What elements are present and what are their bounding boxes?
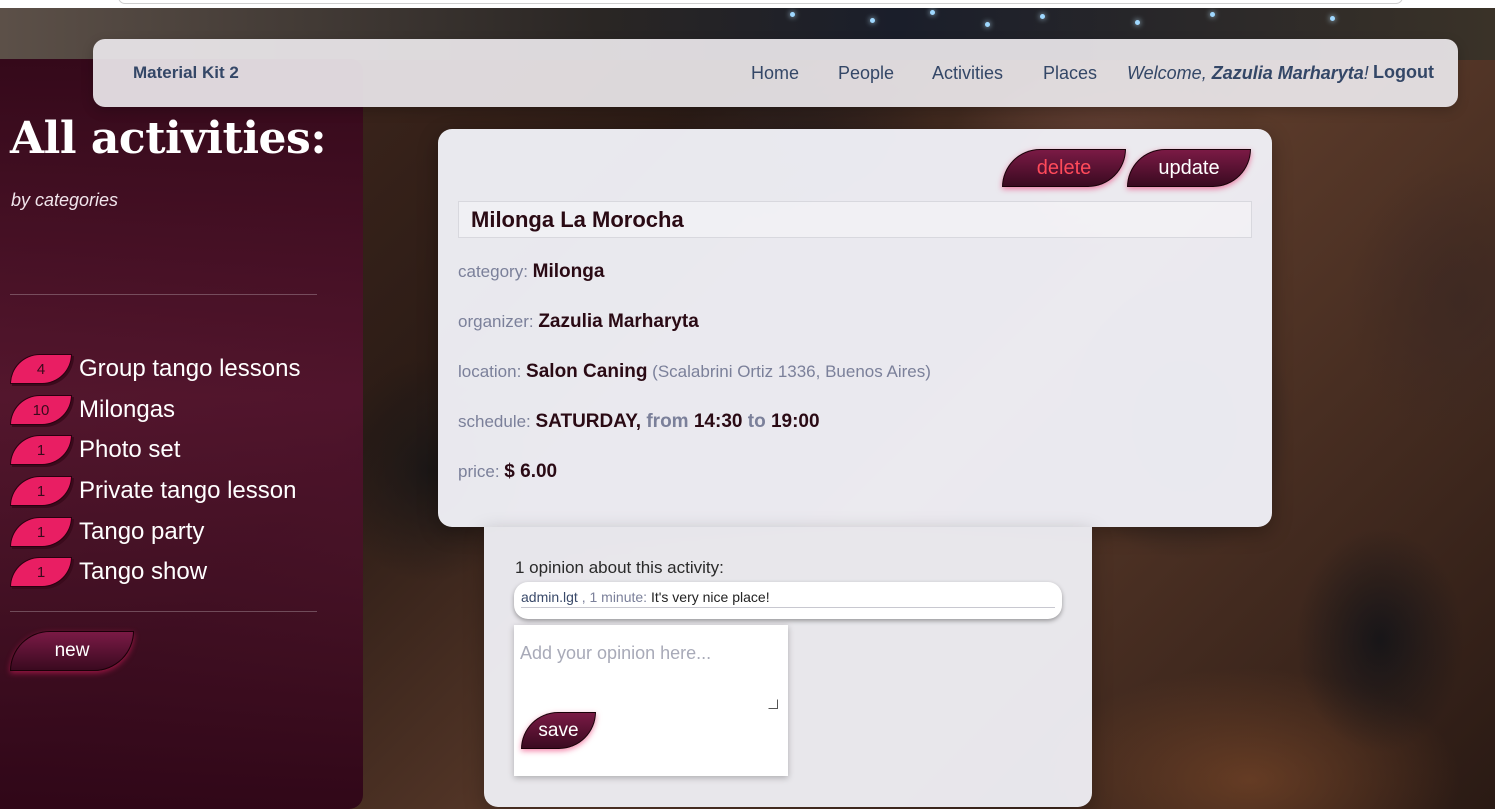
price-field-label: price: — [458, 462, 505, 481]
category-count-badge: 1 — [10, 517, 72, 547]
schedule-day: SATURDAY, — [535, 411, 642, 432]
opinions-card: 1 opinion about this activity: admin.lgt… — [484, 527, 1092, 807]
update-button[interactable]: update — [1127, 149, 1251, 187]
activity-title: Milonga La Morocha — [458, 201, 1252, 238]
schedule-from-word: from — [641, 411, 694, 432]
category-item[interactable]: 1 Tango party — [10, 515, 204, 549]
sidebar-subtitle: by categories — [11, 190, 119, 210]
category-field: category: Milonga — [458, 261, 604, 283]
organizer-field: organizer: Zazulia Marharyta — [458, 311, 699, 333]
sidebar-divider — [10, 294, 317, 295]
price-field: price: $ 6.00 — [458, 461, 557, 483]
sidebar-title: All activities: — [10, 113, 327, 164]
welcome-message: Welcome, Zazulia Marharyta! — [1127, 63, 1369, 84]
category-item[interactable]: 1 Tango show — [10, 555, 207, 589]
brand-logo[interactable]: Material Kit 2 — [133, 63, 239, 83]
activity-detail-card: delete update Milonga La Morocha categor… — [438, 129, 1272, 527]
opinions-heading: 1 opinion about this activity: — [515, 558, 724, 577]
category-label[interactable]: Milongas — [79, 396, 175, 424]
category-count-badge: 1 — [10, 435, 72, 465]
schedule-to-word: to — [742, 411, 771, 432]
category-label[interactable]: Group tango lessons — [79, 355, 300, 383]
category-label[interactable]: Photo set — [79, 436, 180, 464]
opinion-form: save — [514, 625, 788, 776]
opinion-author: admin.lgt — [521, 589, 578, 605]
category-label[interactable]: Private tango lesson — [79, 477, 296, 505]
opinion-input[interactable] — [520, 643, 780, 709]
category-count-badge: 10 — [10, 395, 72, 425]
nav-activities[interactable]: Activities — [932, 63, 1003, 84]
schedule-field: schedule: SATURDAY, from 14:30 to 19:00 — [458, 411, 820, 433]
category-label[interactable]: Tango show — [79, 558, 207, 586]
nav-places[interactable]: Places — [1043, 63, 1097, 84]
category-label[interactable]: Tango party — [79, 518, 204, 546]
category-count-badge: 1 — [10, 476, 72, 506]
location-address: (Scalabrini Ortiz 1336, Buenos Aires) — [647, 362, 931, 381]
schedule-field-label: schedule: — [458, 412, 536, 431]
welcome-suffix: ! — [1363, 63, 1369, 83]
save-opinion-button[interactable]: save — [521, 712, 596, 749]
sidebar-divider — [10, 611, 317, 612]
category-item[interactable]: 1 Private tango lesson — [10, 474, 296, 508]
category-item[interactable]: 1 Photo set — [10, 433, 180, 467]
schedule-time-from: 14:30 — [693, 411, 743, 432]
delete-button[interactable]: delete — [1002, 149, 1126, 187]
browser-address-bar[interactable] — [118, 0, 1403, 4]
location-field-label: location: — [458, 362, 527, 381]
welcome-user-name: Zazulia Marharyta — [1211, 63, 1364, 83]
category-item[interactable]: 10 Milongas — [10, 393, 175, 427]
category-value: Milonga — [532, 261, 605, 282]
logout-link[interactable]: Logout — [1373, 62, 1434, 83]
navbar: Material Kit 2 Home People Activities Pl… — [93, 39, 1458, 107]
opinion-item: admin.lgt , 1 minute: It's very nice pla… — [514, 582, 1062, 619]
opinion-time: , 1 minute: — [577, 589, 651, 605]
location-field: location: Salon Caning (Scalabrini Ortiz… — [458, 361, 931, 383]
organizer-field-label: organizer: — [458, 312, 539, 331]
price-value: $ 6.00 — [504, 461, 558, 482]
welcome-prefix: Welcome, — [1127, 63, 1212, 83]
nav-people[interactable]: People — [838, 63, 894, 84]
category-field-label: category: — [458, 262, 533, 281]
category-count-badge: 1 — [10, 557, 72, 587]
opinion-text: It's very nice place! — [650, 589, 770, 605]
category-count-badge: 4 — [10, 354, 72, 384]
organizer-value: Zazulia Marharyta — [538, 311, 699, 332]
location-name: Salon Caning — [526, 361, 648, 382]
nav-home[interactable]: Home — [751, 63, 799, 84]
schedule-time-to: 19:00 — [770, 411, 820, 432]
category-item[interactable]: 4 Group tango lessons — [10, 352, 300, 386]
